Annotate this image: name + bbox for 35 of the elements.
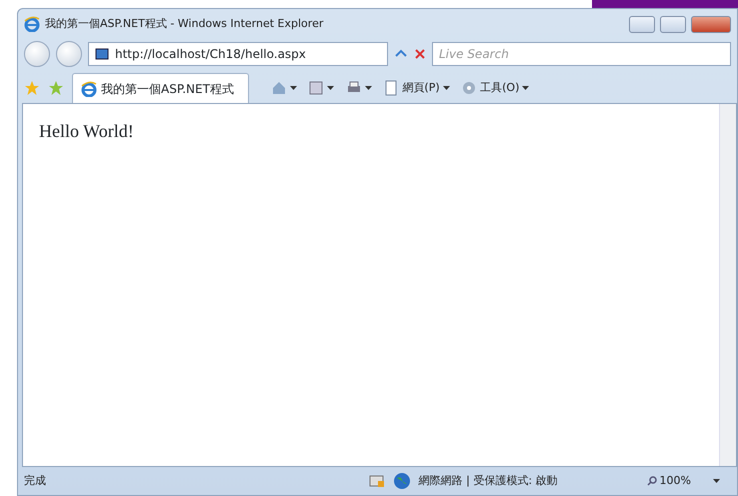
page-icon — [383, 80, 400, 96]
browser-tab[interactable]: 我的第一個ASP.NET程式 — [72, 73, 249, 103]
feed-icon — [308, 80, 324, 96]
magnifier-icon — [646, 476, 657, 486]
status-text: 完成 — [24, 472, 46, 489]
zoom-button[interactable]: 100% — [644, 472, 694, 490]
close-button[interactable] — [691, 16, 731, 32]
caret-icon — [522, 86, 530, 90]
browser-logo-icon — [24, 16, 40, 32]
caret-icon — [442, 86, 450, 90]
browser-logo-icon — [81, 80, 97, 96]
globe-icon — [392, 472, 411, 490]
page-text: Hello World! — [39, 121, 134, 141]
back-button[interactable] — [24, 41, 50, 67]
maximize-button[interactable] — [660, 16, 686, 32]
menu-button[interactable]: 網頁(P) — [380, 80, 453, 96]
caret-icon — [364, 86, 372, 90]
dropdown-arrow-icon[interactable] — [713, 479, 720, 483]
add-favorite-icon[interactable] — [48, 80, 64, 96]
gear-icon — [461, 80, 478, 96]
page-icon — [95, 48, 109, 60]
window-title: 我的第一個ASP.NET程式 - Windows Internet Explorer — [45, 16, 324, 32]
minimize-button[interactable] — [629, 16, 655, 32]
security-zone-text: 網際網路 | 受保護模式: 啟動 — [418, 472, 558, 489]
search-field[interactable]: Live Search — [432, 42, 731, 66]
window-icon — [368, 474, 385, 488]
address-field[interactable]: http://localhost/Ch18/hello.aspx — [88, 42, 388, 66]
stop-icon[interactable] — [414, 48, 426, 60]
forward-button[interactable] — [56, 41, 82, 67]
caret-icon — [290, 86, 297, 90]
scrollbar[interactable] — [719, 104, 736, 466]
caret-icon — [327, 86, 334, 90]
home-icon — [270, 80, 287, 96]
star-icon[interactable] — [24, 80, 40, 96]
menu-button[interactable]: 工具(O) — [458, 80, 532, 96]
